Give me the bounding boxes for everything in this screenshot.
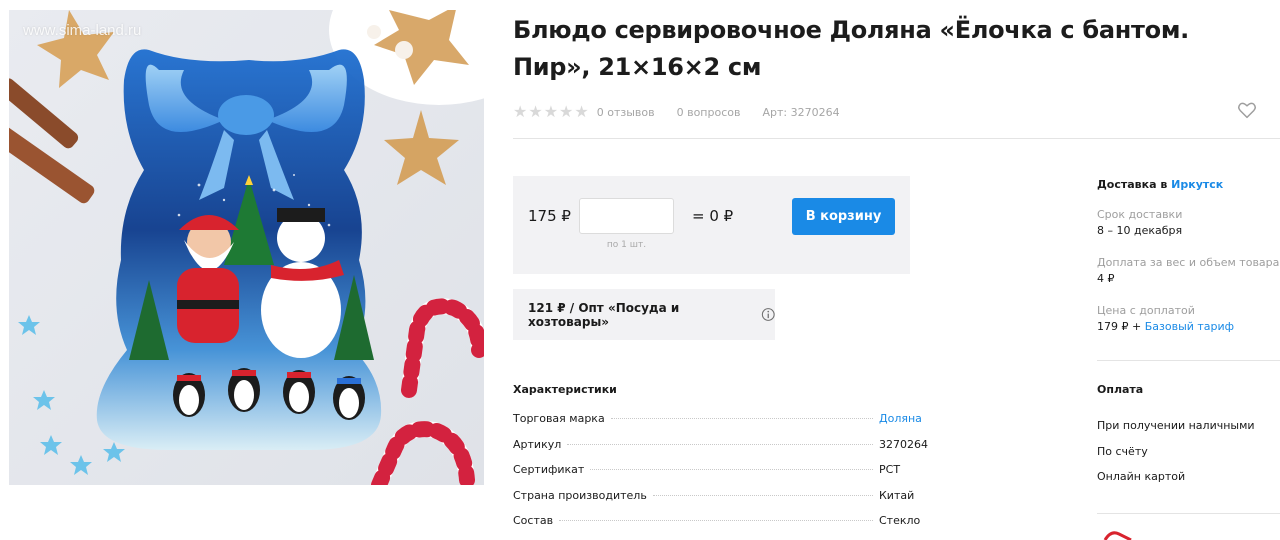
wholesale-price[interactable]: 121 ₽ / Опт «Посуда и хозтовары» bbox=[513, 289, 775, 340]
surcharge-value: 4 ₽ bbox=[1097, 272, 1115, 285]
char-value: РСТ bbox=[879, 463, 901, 476]
divider bbox=[1097, 513, 1280, 514]
delivery-panel: Доставка в Иркутск Срок доставки 8 – 10 … bbox=[1097, 178, 1280, 351]
payment-method: При получении наличными bbox=[1097, 419, 1255, 432]
star-icon: ★ bbox=[543, 102, 559, 121]
dotted-leader bbox=[590, 469, 873, 470]
price-with-surcharge: 179 ₽ + bbox=[1097, 320, 1142, 333]
partial-logo-icon bbox=[1103, 531, 1132, 540]
rating-stars[interactable]: ★ ★ ★ ★ ★ bbox=[513, 104, 589, 120]
questions-link[interactable]: 0 вопросов bbox=[677, 106, 741, 119]
add-to-cart-button[interactable]: В корзину bbox=[792, 198, 895, 235]
product-title: Блюдо сервировочное Доляна «Ёлочка с бан… bbox=[513, 16, 1189, 81]
divider bbox=[1097, 360, 1280, 361]
table-row: Страна производитель Китай bbox=[513, 489, 933, 515]
city-link[interactable]: Иркутск bbox=[1171, 178, 1223, 191]
table-row: Состав Стекло bbox=[513, 514, 933, 540]
brand-link[interactable]: Доляна bbox=[879, 412, 933, 425]
payment-method: Онлайн картой bbox=[1097, 470, 1186, 483]
char-value: Стекло bbox=[879, 514, 921, 527]
characteristics-table: Торговая марка Доляна Артикул 3270264 Се… bbox=[513, 412, 933, 540]
delivery-term-label: Срок доставки bbox=[1097, 208, 1183, 221]
divider bbox=[513, 138, 1280, 139]
surcharge-label: Доплата за вес и объем товара bbox=[1097, 256, 1280, 269]
payment-title: Оплата bbox=[1097, 383, 1144, 396]
product-image[interactable]: www.sima-land.ru bbox=[9, 10, 484, 485]
payment-method: По счёту bbox=[1097, 444, 1148, 458]
quantity-input[interactable] bbox=[579, 198, 674, 234]
info-icon[interactable] bbox=[761, 307, 775, 322]
quantity-hint: по 1 шт. bbox=[606, 240, 647, 250]
char-key: Артикул bbox=[513, 437, 562, 451]
product-meta: ★ ★ ★ ★ ★ 0 отзывов 0 вопросов Арт: 3270… bbox=[513, 102, 862, 122]
dotted-leader bbox=[559, 520, 873, 521]
price-with-surcharge-value: 179 ₽ + Базовый тариф bbox=[1097, 318, 1280, 335]
characteristics-title: Характеристики bbox=[513, 383, 617, 396]
star-icon: ★ bbox=[528, 102, 543, 121]
dotted-leader bbox=[652, 494, 873, 496]
product-photo bbox=[9, 10, 484, 485]
watermark: www.sima-land.ru bbox=[23, 22, 142, 39]
char-key: Состав bbox=[513, 514, 554, 527]
reviews-link[interactable]: 0 отзывов bbox=[597, 106, 655, 119]
dotted-leader bbox=[610, 418, 873, 419]
unit-price: 175 ₽ bbox=[528, 207, 571, 225]
star-icon: ★ bbox=[513, 102, 528, 121]
table-row: Торговая марка Доляна bbox=[513, 412, 933, 438]
char-key: Торговая марка bbox=[513, 412, 605, 425]
char-key: Страна производитель bbox=[513, 488, 647, 502]
table-row: Сертификат РСТ bbox=[513, 463, 933, 489]
buy-box: 175 ₽ по 1 шт. = 0 ₽ В корзину bbox=[513, 176, 910, 274]
heart-icon[interactable] bbox=[1236, 99, 1258, 121]
table-row: Артикул 3270264 bbox=[513, 438, 933, 464]
dotted-leader bbox=[567, 443, 873, 445]
delivery-prefix: Доставка в bbox=[1097, 178, 1168, 191]
char-value: Китай bbox=[879, 488, 915, 502]
star-icon: ★ bbox=[559, 102, 574, 121]
total-price: = 0 ₽ bbox=[692, 207, 734, 225]
article-number: Арт: 3270264 bbox=[762, 105, 840, 119]
delivery-heading: Доставка в Иркутск bbox=[1097, 178, 1280, 191]
payment-panel: Оплата При получении наличными По счёту … bbox=[1097, 383, 1280, 490]
char-value: 3270264 bbox=[879, 437, 928, 451]
wholesale-label: 121 ₽ / Опт «Посуда и хозтовары» bbox=[528, 300, 680, 329]
tariff-link[interactable]: Базовый тариф bbox=[1145, 320, 1234, 333]
star-icon: ★ bbox=[574, 102, 589, 121]
char-key: Сертификат bbox=[513, 463, 585, 476]
delivery-term-value: 8 – 10 декабря bbox=[1097, 224, 1183, 237]
price-with-surcharge-label: Цена с доплатой bbox=[1097, 304, 1195, 317]
